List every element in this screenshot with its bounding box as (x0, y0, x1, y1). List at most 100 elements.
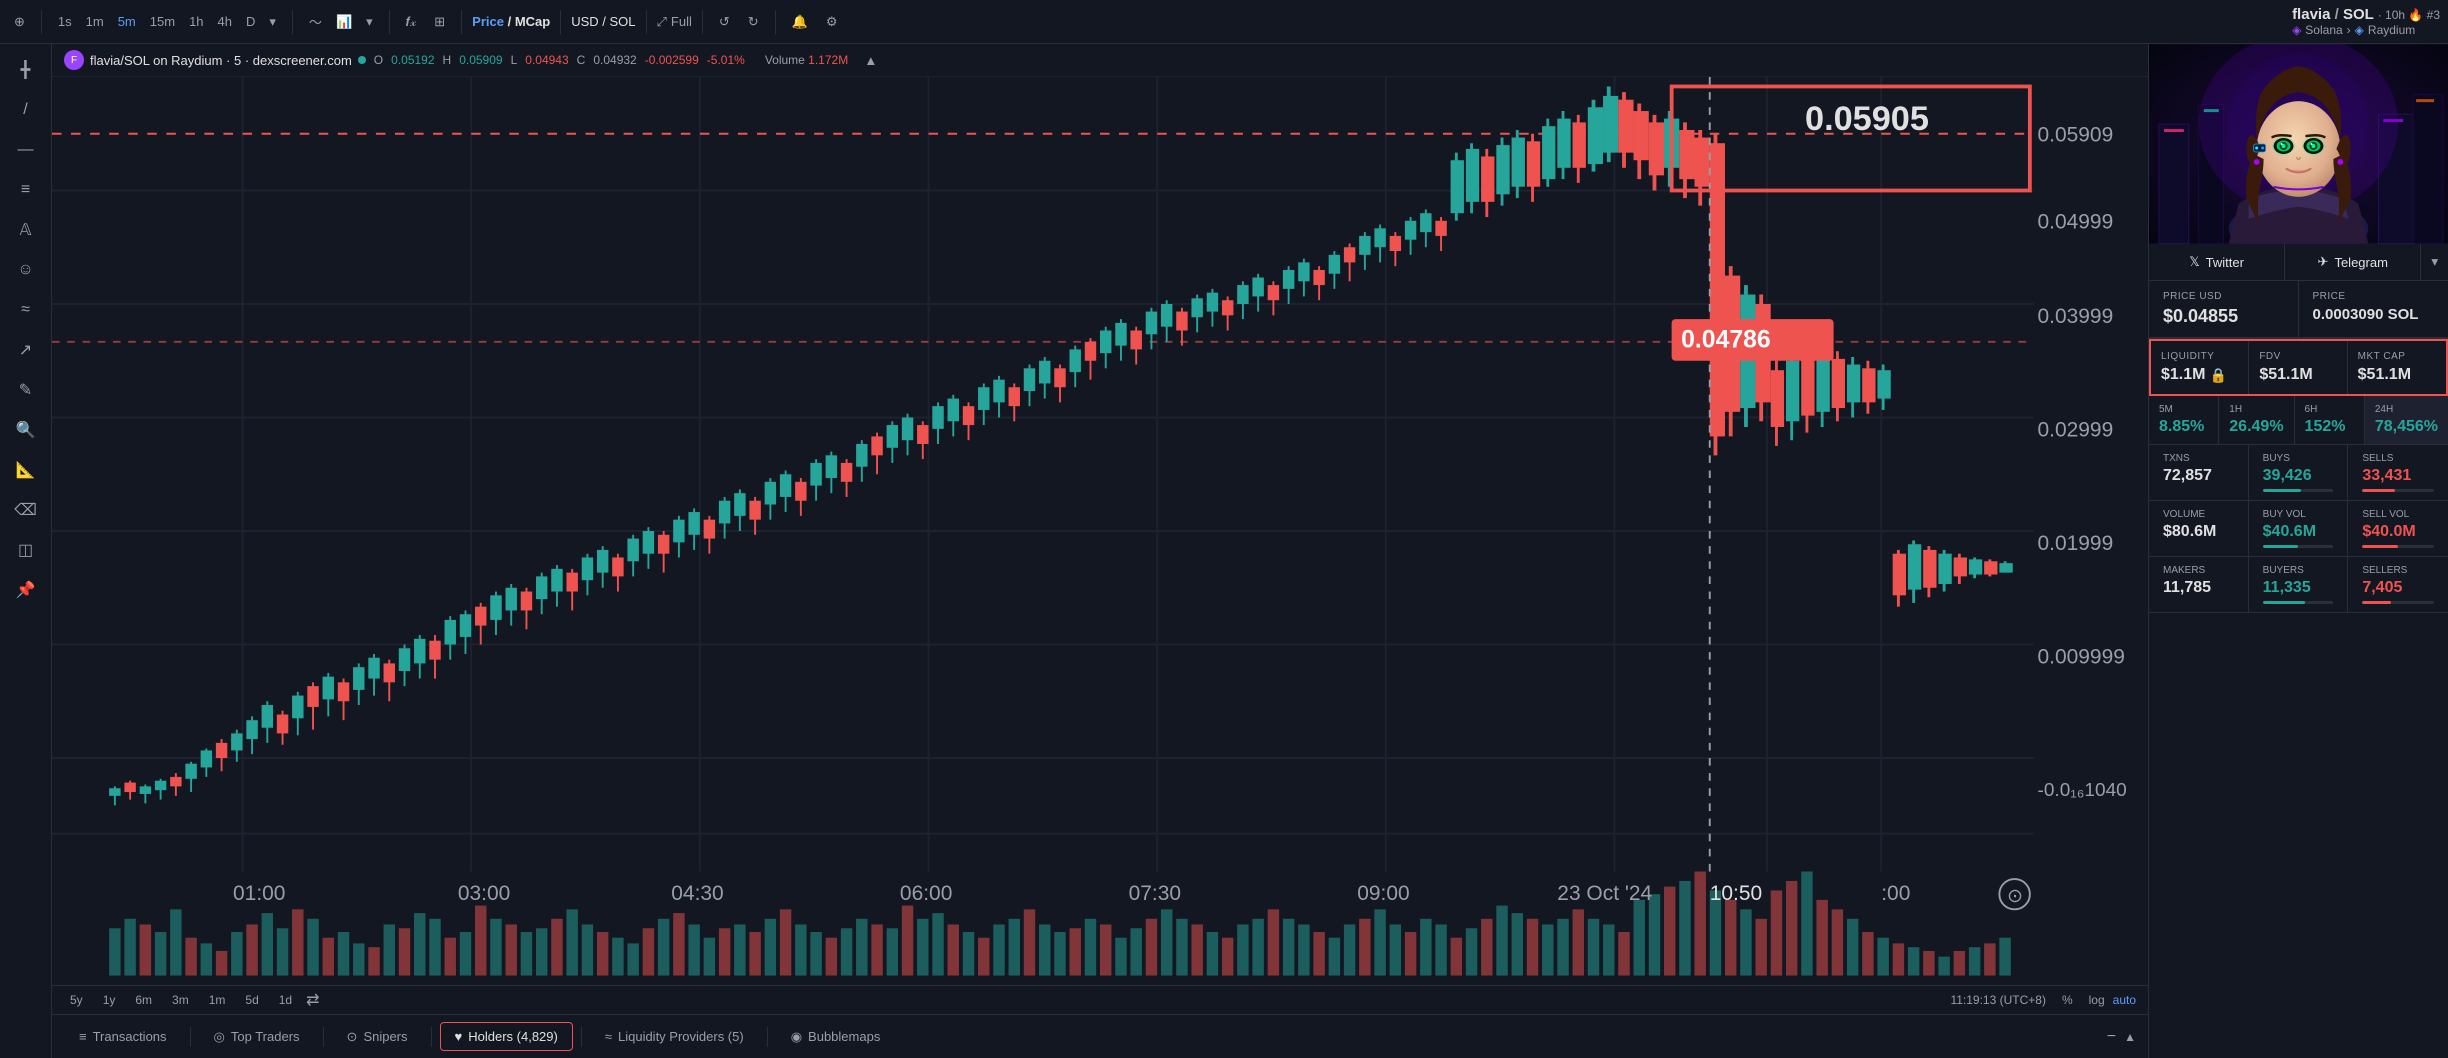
arrow-tool[interactable]: ↗ (8, 332, 44, 368)
collapse-tab-btn[interactable]: − (2107, 1028, 2116, 1046)
tab-sep1 (190, 1027, 191, 1047)
bookmark-tool[interactable]: ◫ (8, 532, 44, 568)
svg-text:0.01999: 0.01999 (2037, 532, 2113, 555)
calendar-btn[interactable]: ⇄ (306, 990, 319, 1010)
pen-tool[interactable]: ✎ (8, 372, 44, 408)
liquidity-label: LIQUIDITY (2161, 351, 2238, 362)
range-3m[interactable]: 3m (166, 991, 195, 1009)
chart-svg: 0.05909 0.04999 0.03999 0.02999 0.01999 … (52, 77, 2148, 985)
price-sol-value: 0.0003090 SOL (2313, 306, 2435, 323)
indicator-btn[interactable]: 𝒇𝓍 (400, 10, 423, 34)
txns-label: TXNS (2163, 453, 2234, 464)
low-label: L (511, 53, 518, 67)
buyers-value: 11,335 (2263, 579, 2334, 597)
change-5m-value: 8.85% (2159, 418, 2208, 436)
tab-holders[interactable]: ♥ Holders (4,829) (440, 1022, 573, 1051)
cursor-tool[interactable]: ╋ (8, 52, 44, 88)
solana-icon: ◈ (2292, 23, 2301, 37)
tf-dropdown[interactable]: ▾ (263, 10, 282, 34)
svg-text:0.05905: 0.05905 (1805, 100, 1929, 138)
change-pct: -5.01% (707, 53, 745, 67)
tf-1h[interactable]: 1h (183, 10, 209, 33)
telegram-icon: ✈ (2318, 254, 2329, 270)
eraser-tool[interactable]: ⌫ (8, 492, 44, 528)
tf-4h[interactable]: 4h (212, 10, 238, 33)
line-chart-btn[interactable]: 〜 (303, 8, 328, 35)
tf-d[interactable]: D (240, 10, 261, 33)
zoom-tool[interactable]: 🔍 (8, 412, 44, 448)
tf-1m[interactable]: 1m (80, 10, 110, 33)
multi-line-tool[interactable]: ≡ (8, 172, 44, 208)
pair-quote: SOL (2343, 6, 2374, 23)
transactions-icon: ≡ (79, 1029, 87, 1044)
auto-btn[interactable]: auto (2113, 993, 2136, 1007)
change-value: -0.002599 (645, 53, 699, 67)
tf-15m[interactable]: 15m (144, 10, 181, 33)
undo-btn[interactable]: ↺ (713, 10, 736, 34)
add-chart-btn[interactable]: ⊕ (8, 10, 31, 34)
liquidity-label: Liquidity Providers (5) (618, 1029, 744, 1044)
twitter-btn[interactable]: 𝕏 Twitter (2149, 244, 2285, 280)
tf-5m[interactable]: 5m (112, 10, 142, 33)
sellers-cell: SELLERS 7,405 (2348, 557, 2448, 612)
tab-liquidity[interactable]: ≈ Liquidity Providers (5) (590, 1022, 759, 1051)
telegram-btn[interactable]: ✈ Telegram (2285, 244, 2421, 280)
tab-transactions[interactable]: ≡ Transactions (64, 1022, 182, 1051)
usd-sol-toggle[interactable]: USD / SOL (571, 14, 635, 29)
range-1d[interactable]: 1d (273, 991, 298, 1009)
settings-btn[interactable]: ⚙ (820, 10, 844, 34)
mcap-label: / MCap (508, 14, 551, 29)
expand-tab-btn[interactable]: ▲ (2124, 1030, 2136, 1044)
redo-btn[interactable]: ↻ (742, 10, 765, 34)
range-1m[interactable]: 1m (203, 991, 232, 1009)
token-banner (2149, 44, 2448, 244)
collapse-btn[interactable]: ▲ (864, 53, 877, 68)
change-1h-cell: 1H 26.49% (2219, 396, 2294, 444)
header-right: flavia / SOL · 10h 🔥 #3 ◈ Solana › ◈ Ray… (2292, 6, 2440, 37)
chart-type-dropdown[interactable]: ▾ (360, 10, 379, 34)
twitter-icon: 𝕏 (2189, 254, 2199, 270)
pair-info: flavia / SOL · 10h 🔥 #3 ◈ Solana › ◈ Ray… (2292, 6, 2440, 37)
social-expand-btn[interactable]: ▾ (2421, 244, 2448, 280)
candle-chart-btn[interactable]: 📊 (330, 10, 358, 34)
pin-tool[interactable]: 📌 (8, 572, 44, 608)
price-mcap-toggle[interactable]: Price / MCap (472, 14, 550, 29)
tab-snipers[interactable]: ⊙ Snipers (332, 1022, 423, 1052)
buyers-label: BUYERS (2263, 565, 2334, 576)
range-6m[interactable]: 6m (129, 991, 158, 1009)
sellers-value: 7,405 (2362, 579, 2434, 597)
token-icon: F (64, 50, 84, 70)
buy-vol-progress-fill (2263, 545, 2298, 548)
line-tool[interactable]: — (8, 132, 44, 168)
range-1y[interactable]: 1y (97, 991, 122, 1009)
svg-text:04:30: 04:30 (671, 882, 723, 905)
change-5m-cell: 5M 8.85% (2149, 396, 2219, 444)
range-5y[interactable]: 5y (64, 991, 89, 1009)
svg-text:0.02999: 0.02999 (2037, 418, 2113, 441)
open-value: 0.05192 (391, 53, 434, 67)
liquidity-cell: LIQUIDITY $1.1M 🔒 (2151, 341, 2249, 394)
ruler-tool[interactable]: 📐 (8, 452, 44, 488)
range-5d[interactable]: 5d (239, 991, 264, 1009)
tab-bubblemaps[interactable]: ◉ Bubblemaps (776, 1022, 896, 1052)
chart-container[interactable]: 0.05909 0.04999 0.03999 0.02999 0.01999 … (52, 77, 2148, 985)
buys-value: 39,426 (2263, 467, 2334, 485)
text-tool[interactable]: 𝔸 (8, 212, 44, 248)
mkt-cap-label: MKT CAP (2358, 351, 2436, 362)
fdv-value: $51.1M (2259, 366, 2336, 384)
tf-1s[interactable]: 1s (52, 10, 78, 33)
tab-sep4 (581, 1027, 582, 1047)
pair-title: flavia / SOL · 10h 🔥 #3 (2292, 6, 2440, 23)
trend-tool[interactable]: / (8, 92, 44, 128)
tab-sep5 (767, 1027, 768, 1047)
layout-btn[interactable]: ⊞ (428, 10, 451, 34)
makers-cell: MAKERS 11,785 (2149, 557, 2249, 612)
svg-text:0.04999: 0.04999 (2037, 210, 2113, 233)
full-btn[interactable]: ⤢ Full (657, 14, 692, 30)
pattern-tool[interactable]: ☺ (8, 252, 44, 288)
measure-tool[interactable]: ≈ (8, 292, 44, 328)
change-24h-label: 24H (2375, 404, 2438, 415)
liquidity-stats-grid: LIQUIDITY $1.1M 🔒 FDV $51.1M MKT CAP $51… (2149, 339, 2448, 396)
tab-top-traders[interactable]: ◎ Top Traders (199, 1022, 315, 1052)
alert-btn[interactable]: 🔔 (786, 10, 814, 34)
